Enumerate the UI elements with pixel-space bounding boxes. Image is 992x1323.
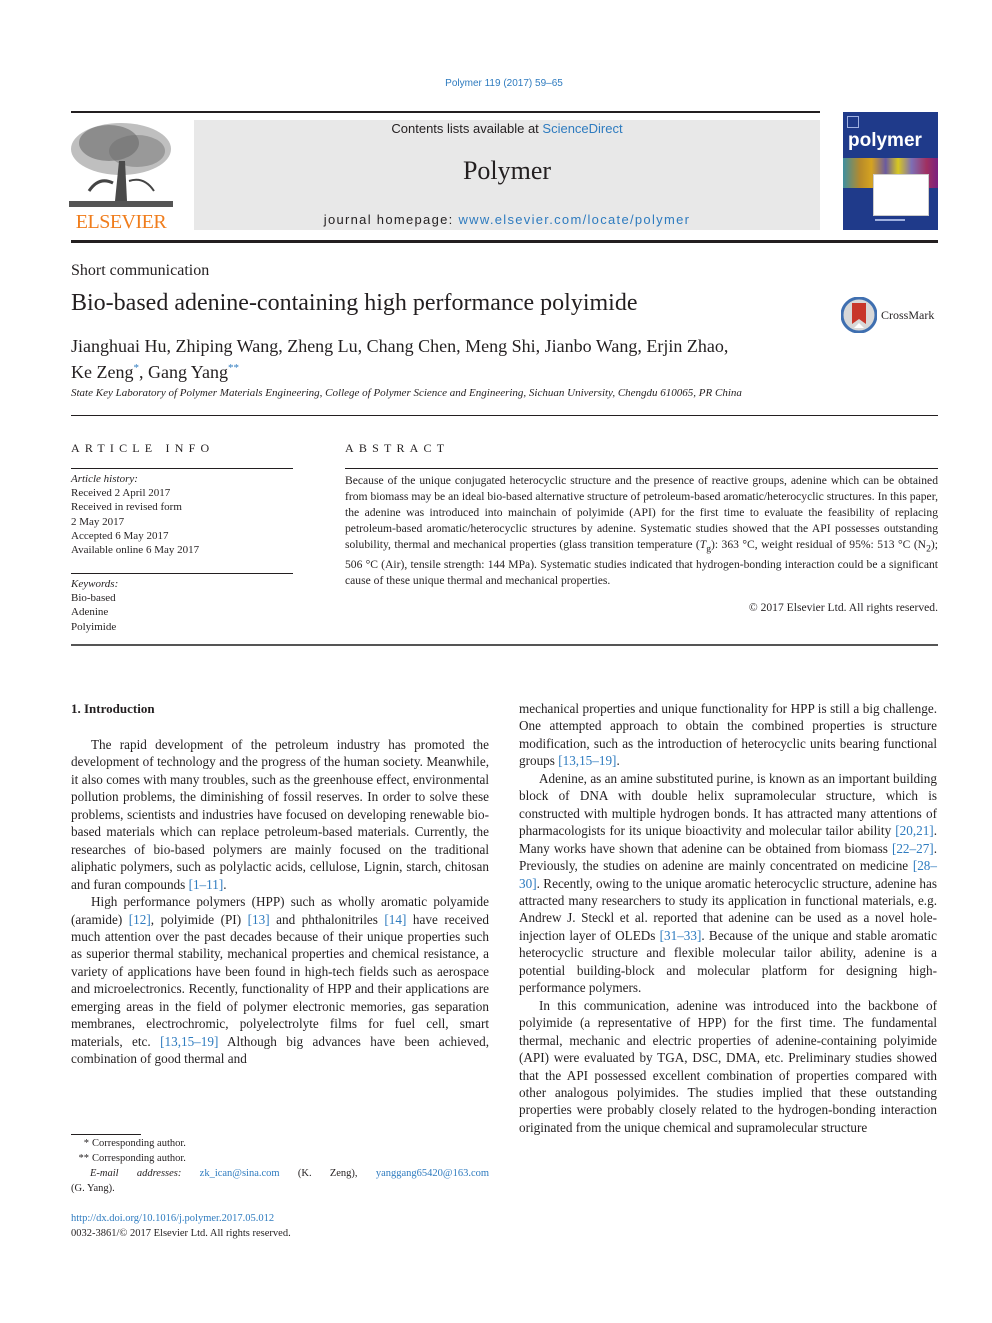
journal-homepage: journal homepage: www.elsevier.com/locat… xyxy=(194,212,820,227)
issn-copyright: 0032-3861/© 2017 Elsevier Ltd. All right… xyxy=(71,1228,291,1239)
cover-elsevier-badge-icon xyxy=(847,116,859,128)
citation-link[interactable]: [31–33] xyxy=(660,928,702,943)
author-ke-zeng: Ke Zeng xyxy=(71,362,134,382)
cover-footer-mark xyxy=(875,219,905,221)
paragraph: mechanical properties and unique functio… xyxy=(519,700,937,770)
history-item: Accepted 6 May 2017 xyxy=(71,529,169,542)
abstract-part: ): 363 °C, weight residual of 95%: 513 °… xyxy=(711,537,927,551)
paragraph: Adenine, as an amine substituted purine,… xyxy=(519,770,937,997)
elsevier-logo[interactable]: ELSEVIER xyxy=(69,121,173,233)
citation-link[interactable]: [13,15–19] xyxy=(160,1034,218,1049)
email-owner-yang: (G. Yang). xyxy=(71,1183,115,1194)
body-column-right: mechanical properties and unique functio… xyxy=(519,700,937,1136)
footnote-text: Corresponding author. xyxy=(92,1153,186,1164)
paragraph: In this communication, adenine was intro… xyxy=(519,997,937,1135)
text: . xyxy=(616,753,620,769)
email-link-yang[interactable]: yanggang65420@163.com xyxy=(376,1168,489,1179)
authors-line-2: Ke Zeng*, Gang Yang** xyxy=(71,357,831,383)
history-item: Received 2 April 2017 xyxy=(71,487,171,500)
keywords-rule xyxy=(71,573,293,574)
keyword-item: Bio-based xyxy=(71,592,116,605)
paragraph: High performance polymers (HPP) such as … xyxy=(71,893,489,1068)
authors-line-1: Jianghuai Hu, Zhiping Wang, Zheng Lu, Ch… xyxy=(71,336,729,356)
journal-banner: Contents lists available at ScienceDirec… xyxy=(194,120,820,230)
email-link-zeng[interactable]: zk_ican@sina.com xyxy=(200,1168,280,1179)
footnotes: * Corresponding author. ** Corresponding a… xyxy=(71,1136,489,1196)
article-history: Article history: Received 2 April 2017 R… xyxy=(71,472,293,557)
keywords-heading: Keywords: xyxy=(71,578,119,590)
keyword-item: Polyimide xyxy=(71,620,117,633)
section-heading-introduction: 1. Introduction xyxy=(71,701,155,716)
citation-link[interactable]: [22–27] xyxy=(892,841,934,856)
email-addresses: E-mail addresses: zk_ican@sina.com (K. Z… xyxy=(71,1166,489,1181)
paragraph: The rapid development of the petroleum i… xyxy=(71,736,489,893)
homepage-link[interactable]: www.elsevier.com/locate/polymer xyxy=(458,212,690,227)
citation-link[interactable]: [12] xyxy=(129,912,151,927)
history-item: 2 May 2017 xyxy=(71,515,125,528)
citation-link[interactable]: [20,21] xyxy=(895,823,933,838)
email-label: E-mail addresses: xyxy=(90,1168,182,1179)
footnote-corresponding-2: ** Corresponding author. xyxy=(71,1151,489,1166)
footnote-text: Corresponding author. xyxy=(92,1138,186,1149)
article-title: Bio-based adenine-containing high perfor… xyxy=(71,290,638,316)
article-history-heading: Article history: xyxy=(71,473,138,485)
footnote-mark: ** xyxy=(78,1153,90,1164)
article-info-heading: ARTICLE INFO xyxy=(71,441,215,455)
abstract-copyright: © 2017 Elsevier Ltd. All rights reserved… xyxy=(748,601,938,614)
cover-figure xyxy=(873,174,929,216)
doi-block: http://dx.doi.org/10.1016/j.polymer.2017… xyxy=(71,1211,291,1241)
text: have received much attention over the pa… xyxy=(71,911,489,1049)
author-list: Jianghuai Hu, Zhiping Wang, Zheng Lu, Ch… xyxy=(71,335,831,383)
journal-cover-image[interactable]: polymer xyxy=(843,112,938,230)
corresponding-mark-yang[interactable]: ** xyxy=(228,362,239,374)
journal-title: Polymer xyxy=(462,156,552,185)
crossmark-icon xyxy=(841,297,877,333)
text: Adenine, as an amine substituted purine,… xyxy=(519,770,937,839)
text: and phthalonitriles xyxy=(269,911,385,927)
elsevier-wordmark: ELSEVIER xyxy=(75,211,167,233)
keywords: Keywords: Bio-based Adenine Polyimide xyxy=(71,577,293,634)
contents-prefix: Contents lists available at xyxy=(391,121,543,136)
section-divider-bottom xyxy=(71,644,938,646)
author-separator: , xyxy=(138,362,148,382)
crossmark-label: CrossMark xyxy=(881,308,935,322)
author-gang-yang: Gang Yang xyxy=(147,362,228,382)
journal-reference-link[interactable]: Polymer 119 (2017) 59–65 xyxy=(0,78,992,89)
email-owner: (K. Zeng), xyxy=(297,1168,358,1179)
footnote-corresponding-1: * Corresponding author. xyxy=(71,1136,489,1151)
abstract-heading: ABSTRACT xyxy=(345,441,450,455)
body-column-left: The rapid development of the petroleum i… xyxy=(71,736,489,1068)
history-item: Available online 6 May 2017 xyxy=(71,544,200,557)
header-bottom-rule xyxy=(71,240,938,243)
citation-link[interactable]: [14] xyxy=(384,912,406,927)
citation-link[interactable]: [13] xyxy=(248,912,270,927)
homepage-prefix: journal homepage: xyxy=(323,212,459,227)
affiliation: State Key Laboratory of Polymer Material… xyxy=(71,387,742,399)
elsevier-tree-icon xyxy=(69,121,173,211)
section-divider xyxy=(71,415,938,416)
text: . xyxy=(223,876,227,892)
text: The rapid development of the petroleum i… xyxy=(71,737,489,892)
history-item: Received in revised form xyxy=(71,501,182,514)
article-info-rule xyxy=(71,468,293,469)
citation-link[interactable]: [1–11] xyxy=(189,877,224,892)
sciencedirect-link[interactable]: ScienceDirect xyxy=(542,121,622,136)
article-type: Short communication xyxy=(71,262,210,279)
text: , polyimide (PI) xyxy=(150,911,248,927)
cover-title: polymer xyxy=(848,130,922,151)
doi-link[interactable]: http://dx.doi.org/10.1016/j.polymer.2017… xyxy=(71,1213,274,1224)
contents-available: Contents lists available at ScienceDirec… xyxy=(194,121,820,136)
footnote-mark: * xyxy=(83,1138,89,1149)
crossmark-button[interactable]: CrossMark xyxy=(841,297,941,333)
abstract-text: Because of the unique conjugated heteroc… xyxy=(345,473,938,589)
citation-link[interactable]: [13,15–19] xyxy=(558,753,616,768)
header-top-rule xyxy=(71,111,820,113)
footnote-rule xyxy=(71,1134,141,1135)
keyword-item: Adenine xyxy=(71,606,109,619)
abstract-rule xyxy=(345,468,938,469)
